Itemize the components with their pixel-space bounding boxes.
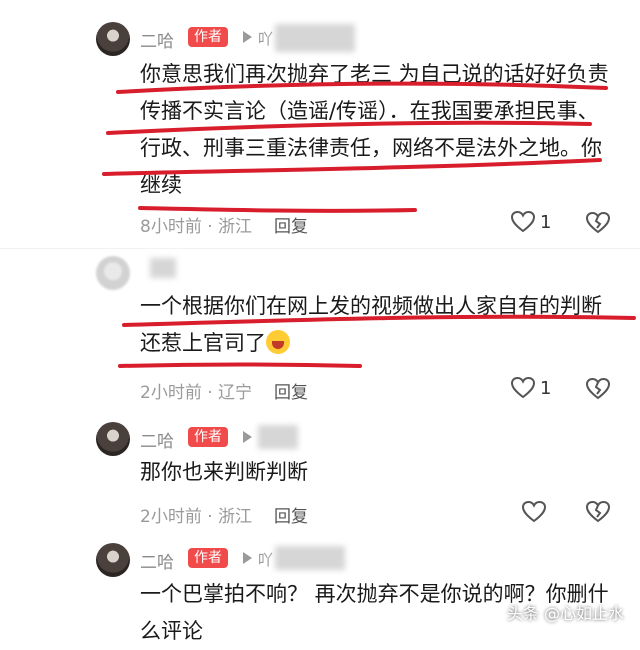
comment-text: 一个根据你们在网上发的视频做出人家自有的判断还惹上官司了 <box>140 288 620 362</box>
broken-heart-icon[interactable] <box>585 377 611 401</box>
reply-button[interactable]: 回复 <box>274 383 308 403</box>
author-badge: 作者 <box>188 27 228 47</box>
reply-button[interactable]: 回复 <box>274 217 308 237</box>
heart-outline-icon <box>510 210 536 233</box>
divider <box>0 248 640 249</box>
laughing-crying-emoji-icon <box>266 330 290 354</box>
avatar[interactable] <box>96 422 130 456</box>
reply-target-name[interactable]: 吖 <box>258 28 273 49</box>
like-button[interactable]: 1 <box>510 210 551 234</box>
comment-text: 那你也来判断判断 <box>140 460 308 484</box>
underline-stroke <box>118 362 362 368</box>
comment-time-location: 8小时前 · 浙江 <box>140 217 253 237</box>
comment-text: 你意思我们再次抛弃了老三 为自己说的话好好负责 传播不实言论（造谣/传谣）．在我… <box>140 62 609 197</box>
like-button[interactable]: 1 <box>510 376 551 400</box>
author-badge: 作者 <box>188 427 228 447</box>
commenter-name[interactable]: 二哈 <box>140 548 174 573</box>
heart-outline-icon <box>510 376 536 399</box>
broken-heart-icon[interactable] <box>585 211 611 235</box>
reply-button[interactable]: 回复 <box>274 507 308 527</box>
avatar[interactable] <box>96 256 130 290</box>
comment-text-content: 一个根据你们在网上发的视频做出人家自有的判断还惹上官司了 <box>140 294 602 355</box>
like-count: 1 <box>540 211 552 233</box>
heart-outline-icon[interactable] <box>521 500 547 524</box>
redacted-name <box>150 258 176 278</box>
reply-arrow-icon <box>243 552 252 564</box>
redacted-name <box>275 24 355 52</box>
comment-meta: 8小时前 · 浙江 回复 <box>140 212 308 237</box>
avatar[interactable] <box>96 22 130 56</box>
commenter-name[interactable]: 二哈 <box>140 27 174 52</box>
comment-time-location: 2小时前 · 浙江 <box>140 507 253 527</box>
reply-arrow-icon <box>243 31 252 43</box>
underline-stroke <box>138 206 417 213</box>
broken-heart-icon[interactable] <box>585 500 611 524</box>
reply-target-name[interactable]: 吖 <box>258 549 273 570</box>
commenter-name[interactable]: 二哈 <box>140 427 174 452</box>
like-count: 1 <box>540 377 552 399</box>
watermark: 头条 @心如止水 <box>506 604 624 623</box>
comment-meta: 2小时前 · 浙江 回复 <box>140 502 308 527</box>
comment-time-location: 2小时前 · 辽宁 <box>140 383 253 403</box>
comment-meta: 2小时前 · 辽宁 回复 <box>140 378 308 403</box>
author-badge: 作者 <box>188 548 228 568</box>
redacted-name <box>275 546 345 570</box>
redacted-name <box>258 425 298 449</box>
avatar[interactable] <box>96 543 130 577</box>
reply-arrow-icon <box>243 431 252 443</box>
